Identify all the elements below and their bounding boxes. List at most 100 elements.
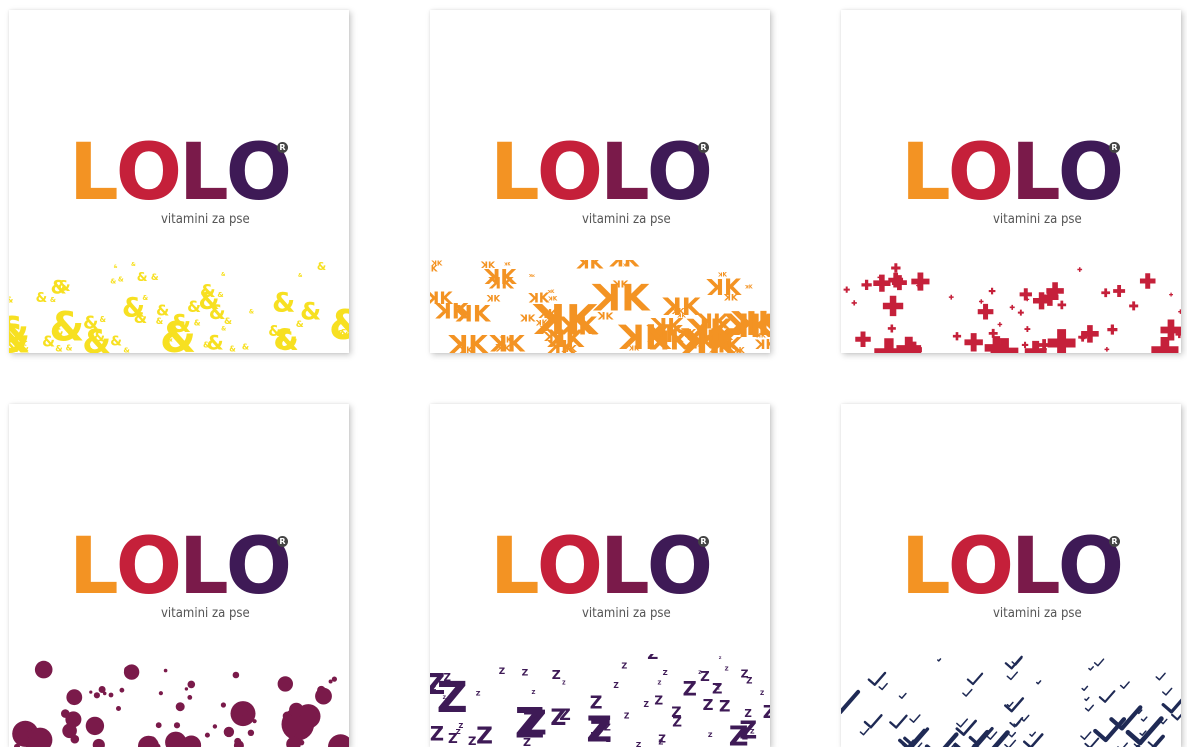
ampersand-shape: &	[317, 260, 326, 273]
z-letters-shape: Z	[459, 722, 464, 730]
logo-wordmark: LOLO	[69, 128, 292, 218]
plus-pattern	[843, 263, 1181, 353]
registered-mark-icon: R	[698, 536, 709, 547]
z-letters-shape: Z	[522, 669, 529, 679]
k-letters-shape: ꓘK	[732, 346, 746, 353]
ampersand-shape: &	[229, 344, 236, 353]
plus-shape	[882, 295, 904, 317]
checkmarks-shape	[937, 658, 942, 662]
plus-shape	[891, 263, 901, 273]
z-letters-shape: Z	[550, 706, 566, 731]
k-letters-shape: ꓘK	[528, 273, 536, 278]
logo-letter: O	[536, 522, 603, 612]
registered-mark-icon: R	[1109, 142, 1120, 153]
plus-shape	[1009, 304, 1015, 310]
checkmarks-shape	[1006, 701, 1014, 708]
logo-card-1[interactable]: LOLO Rvitamini za pse & & & & & & & & & & & & & & & & & & & &…	[9, 10, 349, 353]
checkmarks-shape	[1023, 733, 1044, 747]
z-letters-shape: Z	[742, 732, 748, 742]
k-letters-shape: ꓘK	[499, 335, 513, 344]
k-letters-shape: ꓘK	[434, 300, 470, 325]
logo-card-4[interactable]: LOLO Rvitamini za pse	[9, 404, 349, 747]
dots-shape	[173, 722, 181, 729]
plus-shape	[964, 333, 983, 352]
k-letters-shape: ꓘK	[612, 280, 629, 291]
dots-shape	[98, 686, 106, 693]
dots-shape	[187, 695, 193, 700]
logo-letter: L	[1011, 522, 1061, 612]
logo-letter: L	[490, 128, 540, 218]
ampersand-shape: &	[42, 334, 55, 351]
dots-shape	[212, 724, 218, 729]
dots-shape	[241, 709, 249, 717]
logo-tagline: vitamini za pse	[161, 606, 250, 621]
plus-shape	[1151, 337, 1179, 353]
z-letters-shape: Z	[708, 731, 713, 739]
z-letters-shape: Z	[760, 691, 764, 697]
logo-letter: L	[69, 522, 119, 612]
dots-shape	[289, 702, 304, 718]
checkmarks-shape	[1080, 731, 1092, 740]
z-letters-shape: Z	[643, 700, 649, 709]
dots-shape	[89, 690, 93, 694]
logo-card-6[interactable]: LOLO Rvitamini za pse	[841, 404, 1181, 747]
k-letters-shape: ꓘK	[495, 343, 513, 353]
z-letters-shape: Z	[683, 677, 697, 700]
ampersand-shape: &	[110, 278, 116, 286]
dots-shape	[92, 738, 105, 747]
dots-shape	[184, 687, 189, 691]
plus-shape	[997, 322, 1003, 327]
k-letters-shape: ꓘK	[754, 338, 770, 353]
checkmarks-shape	[863, 714, 883, 729]
ampersand-shape: &	[298, 273, 303, 279]
z-letters-shape: Z	[443, 672, 450, 684]
ampersand-shape: &	[57, 277, 70, 295]
checkmarks-shape	[1084, 737, 1100, 747]
dots-shape	[328, 679, 333, 684]
z-letters-shape: Z	[613, 681, 619, 690]
ampersand-shape: &	[203, 340, 210, 349]
ampersand-shape: &	[36, 291, 48, 306]
logo-letter: L	[490, 522, 540, 612]
logo-tagline: vitamini za pse	[161, 212, 250, 227]
dots-shape	[66, 689, 83, 706]
checkmarks-shape	[1117, 742, 1128, 747]
plus-shape	[843, 286, 850, 293]
z-letters-shape: Z	[725, 667, 729, 673]
logo-wordmark: LOLO	[69, 522, 292, 612]
logo-card-5[interactable]: LOLO Rvitamini za pse Z Z Z Z Z Z Z Z Z Z Z Z Z Z Z Z Z Z Z Z…	[430, 404, 770, 747]
plus-shape	[1178, 309, 1181, 314]
brand-logo: LOLO Rvitamini za pse	[9, 522, 349, 632]
z-letters-pattern: ZZZZZZZ Z ZZZZZZZZZZZZZZZ ZZZZZZZZZZZZZZZZZ…	[430, 654, 770, 747]
logo-card-2[interactable]: LOLO Rvitamini za pse ꓘK ꓘK ꓘK ꓘK ꓘK ꓘK ꓘK ꓘK ꓘK ꓘK…	[430, 10, 770, 353]
checkmarks-shape	[962, 688, 973, 697]
logo-card-3[interactable]: LOLO Rvitamini za pse	[841, 10, 1181, 353]
ampersand-shape: &	[50, 296, 56, 304]
checkmarks-shape	[841, 689, 861, 715]
ampersand-shape: &	[300, 298, 321, 326]
z-letters-shape: Z	[562, 680, 566, 686]
plus-shape	[855, 331, 871, 347]
z-letters-shape: Z	[590, 694, 603, 714]
z-letters-shape: Z	[499, 667, 505, 677]
plus-shape	[1104, 346, 1110, 352]
logo-tagline: vitamini za pse	[993, 606, 1082, 621]
plus-shape	[1077, 267, 1083, 272]
z-letters-shape: Z	[552, 667, 561, 682]
plus-shape	[1021, 341, 1029, 349]
dots-shape	[223, 726, 235, 738]
z-letters-shape: Z	[700, 670, 710, 685]
k-letters-shape: ꓘK	[622, 262, 630, 267]
brand-logo: LOLO Rvitamini za pse	[430, 128, 770, 238]
k-letters-shape: ꓘK	[535, 318, 549, 327]
dots-shape	[277, 676, 293, 692]
ampersand-shape: &	[123, 345, 130, 353]
k-letters-shape: ꓘK	[671, 306, 685, 316]
plus-shape	[861, 279, 872, 291]
ampersand-shape: &	[221, 272, 226, 278]
dots-shape	[328, 734, 349, 747]
k-letters-pattern: ꓘKꓘK ꓘKꓘKꓘKꓘKꓘK ꓘKꓘKꓘK ꓘKꓘKꓘKꓘKꓘKꓘKꓘK ꓘKꓘKꓘK…	[430, 260, 770, 353]
ampersand-shape: &	[151, 273, 159, 283]
z-letters-shape: Z	[763, 702, 770, 723]
logo-letter: O	[115, 128, 182, 218]
